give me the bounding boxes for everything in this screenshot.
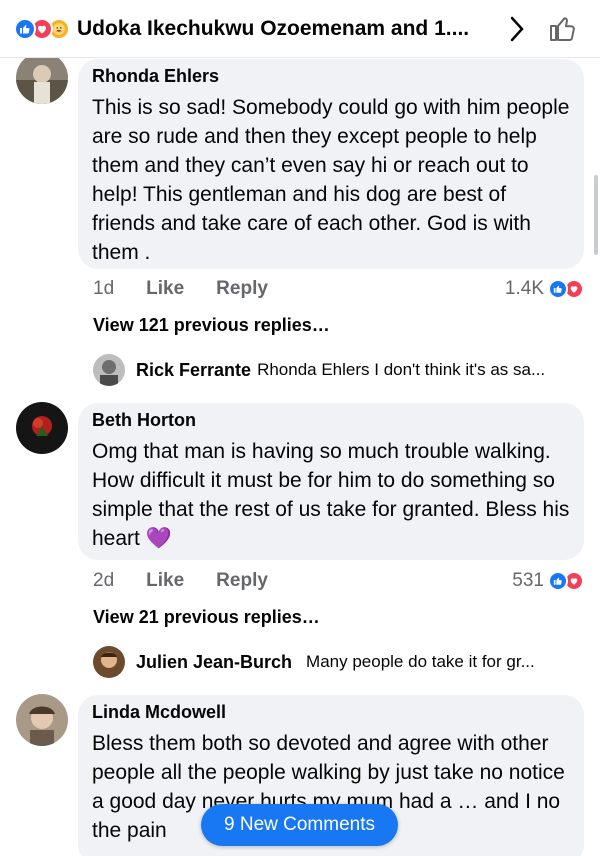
reaction-count[interactable]: 531 [512,570,584,592]
like-button[interactable]: Like [146,570,184,592]
comment-time: 2d [93,570,115,591]
like-reaction-icon [548,571,568,591]
avatar[interactable] [16,694,68,746]
reaction-summary[interactable] [14,17,70,40]
comment-bubble: Rhonda Ehlers This is so sad! Somebody c… [78,59,584,269]
reaction-count-value: 531 [512,570,544,591]
reaction-count[interactable]: 1.4K [505,278,584,300]
view-previous-replies[interactable]: View 121 previous replies… [93,315,330,336]
thumbs-up-icon[interactable] [548,13,578,48]
avatar[interactable] [16,402,68,454]
latest-reply[interactable]: Rick Ferrante Rhonda Ehlers I don't thin… [93,354,583,386]
avatar[interactable] [93,354,125,386]
avatar[interactable] [93,646,125,678]
comment-author[interactable]: Beth Horton [92,409,570,431]
like-button[interactable]: Like [146,278,184,300]
latest-reply[interactable]: Julien Jean-Burch Many people do take it… [93,646,583,678]
reply-text: Many people do take it for gr... [306,652,535,671]
view-previous-replies[interactable]: View 21 previous replies… [93,607,320,628]
reply-button[interactable]: Reply [216,278,268,300]
like-reaction-icon [14,17,36,40]
scrollbar[interactable] [594,175,598,255]
reply-author[interactable]: Julien Jean-Burch [136,652,292,673]
like-reaction-icon [548,279,568,299]
reaction-count-value: 1.4K [504,278,544,299]
post-header: Udoka Ikechukwu Ozoemenam and 1.... [0,0,600,58]
avatar[interactable] [16,52,68,104]
comment-bubble: Beth Horton Omg that man is having so mu… [78,403,584,560]
chevron-right-icon[interactable] [508,15,526,48]
post-header-title[interactable]: Udoka Ikechukwu Ozoemenam and 1.... [77,17,487,41]
reply-button[interactable]: Reply [216,570,268,592]
reply-author[interactable]: Rick Ferrante [136,360,251,381]
comment-author[interactable]: Rhonda Ehlers [92,65,570,87]
comment-text: Omg that man is having so much trouble w… [92,440,570,550]
comment-text: This is so sad! Somebody could go with h… [92,96,570,264]
new-comments-button[interactable]: 9 New Comments [201,804,398,846]
comment-author[interactable]: Linda Mcdowell [92,701,570,723]
comment-actions: 1d Like Reply [93,278,300,300]
comment-actions: 2d Like Reply [93,570,300,592]
comment-time: 1d [93,278,115,299]
reply-text: Rhonda Ehlers I don't think it's as sa..… [257,360,546,379]
